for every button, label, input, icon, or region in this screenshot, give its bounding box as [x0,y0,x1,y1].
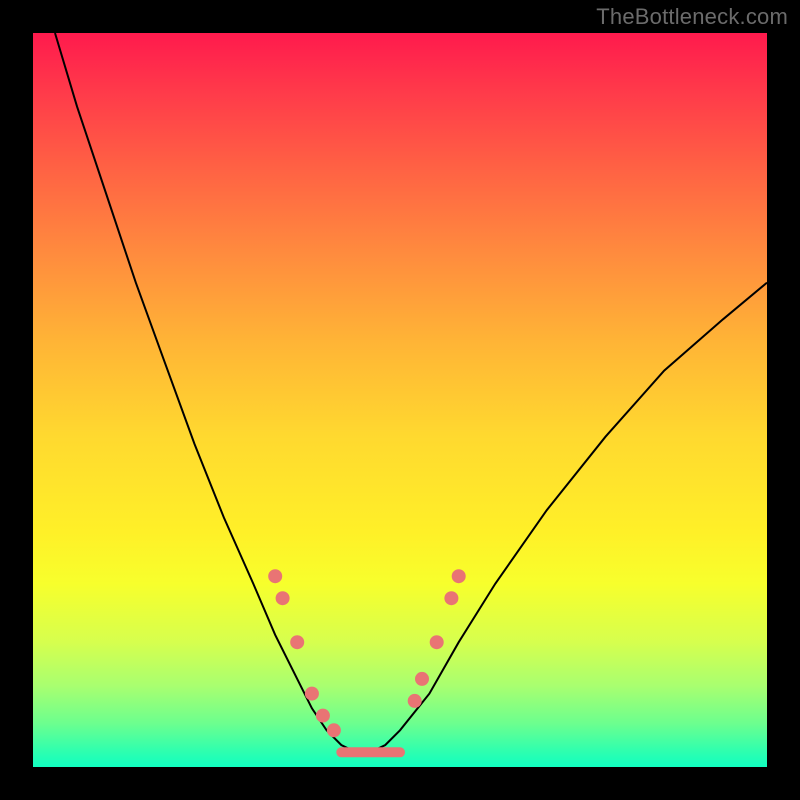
highlight-dot [430,635,444,649]
highlight-dot [452,569,466,583]
highlight-dots-group [268,569,466,737]
highlight-dot [415,672,429,686]
plot-area [33,33,767,767]
highlight-dot [316,709,330,723]
highlight-dot [290,635,304,649]
watermark-text: TheBottleneck.com [596,4,788,30]
chart-frame: TheBottleneck.com [0,0,800,800]
highlight-dot [305,687,319,701]
highlight-dot [444,591,458,605]
highlight-dot [268,569,282,583]
highlight-dot [327,723,341,737]
highlight-dot [408,694,422,708]
bottleneck-curve [55,33,767,752]
highlight-dot [276,591,290,605]
curve-svg [33,33,767,767]
